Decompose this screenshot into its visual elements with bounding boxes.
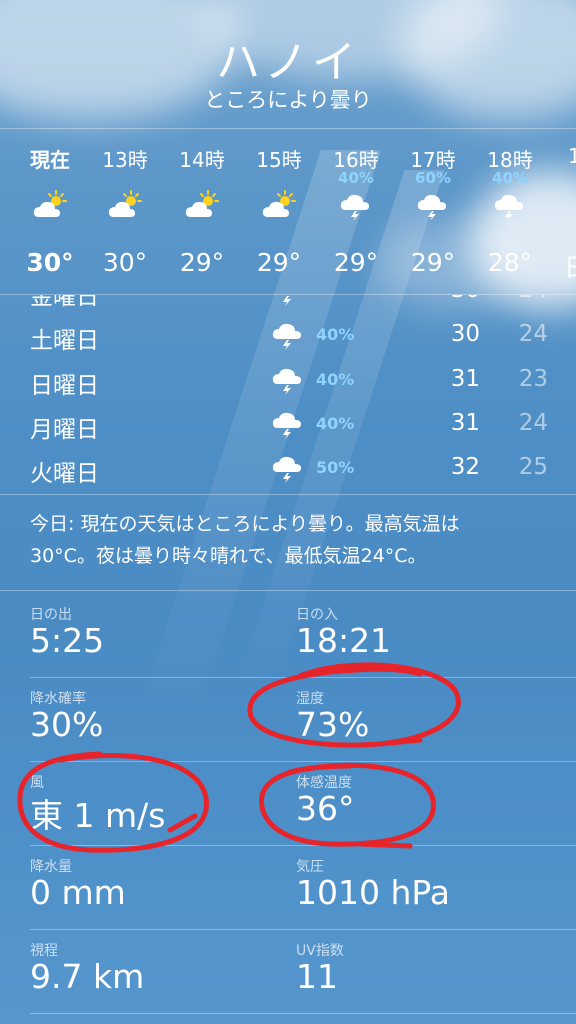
daily-row: 火曜日 50% 32 25 — [0, 446, 576, 490]
hourly-item: 16時 40% 29° — [318, 140, 394, 290]
day-precip: 50% — [316, 458, 355, 477]
day-precip: 40% — [316, 414, 355, 433]
day-name: 月曜日 — [30, 417, 99, 443]
thunderstorm-icon — [494, 194, 523, 220]
header-divider — [0, 128, 576, 129]
hourly-item: 18時 40% 28° — [472, 140, 548, 290]
hour-label: 1 — [568, 144, 576, 168]
day-low: 24 — [508, 295, 548, 303]
detail-uv-index: UV指数 11 — [296, 940, 546, 1020]
hourly-item: 15時 29° — [241, 140, 317, 290]
day-low: 23 — [518, 366, 548, 392]
summary-line-2: 30°C。夜は曇り時々晴れで、最低気温24°C。 — [30, 545, 427, 567]
partly-sunny-icon — [33, 190, 67, 217]
hour-precip: 60% — [415, 169, 451, 187]
day-high: 32 — [450, 454, 480, 480]
location-header: ハノイ ところにより曇り — [0, 0, 576, 128]
thunderstorm-icon — [272, 412, 301, 439]
detail-value: 73% — [296, 705, 370, 744]
thunderstorm-icon — [272, 456, 301, 483]
daily-row: 月曜日 40% 31 24 — [0, 402, 576, 446]
hour-temp: 28° — [487, 248, 533, 277]
hour-temp: 日 — [564, 248, 576, 284]
detail-pressure: 気圧 1010 hPa — [296, 856, 546, 936]
thunderstorm-icon — [417, 194, 446, 220]
hourly-item-partial: 1 日 — [548, 140, 576, 290]
hourly-item: 14時 29° — [164, 140, 240, 290]
hour-temp: 29° — [333, 248, 379, 277]
partly-sunny-icon — [185, 190, 219, 217]
summary-divider — [0, 590, 576, 591]
detail-divider — [30, 929, 576, 930]
detail-sunrise: 日の出 5:25 — [30, 604, 280, 684]
day-high: 30 — [440, 295, 480, 303]
daily-row: 日曜日 40% 31 23 — [0, 358, 576, 402]
today-summary: 今日: 現在の天気はところにより曇り。最高気温は 30°C。夜は曇り時々晴れで、… — [30, 508, 550, 572]
detail-feels-like: 体感温度 36° — [296, 772, 546, 852]
day-low: 25 — [518, 454, 548, 480]
detail-precip-chance: 降水確率 30% — [30, 688, 280, 768]
day-name: 土曜日 — [30, 328, 99, 354]
day-precip: 40% — [316, 325, 355, 344]
hourly-item: 17時 60% 29° — [395, 140, 471, 290]
day-high: 31 — [450, 410, 480, 436]
detail-precipitation: 降水量 0 mm — [30, 856, 280, 936]
partly-sunny-icon — [262, 190, 296, 217]
city-name: ハノイ — [216, 37, 360, 88]
day-high: 31 — [450, 366, 480, 392]
detail-value: 1010 hPa — [296, 873, 451, 912]
day-name: 火曜日 — [30, 461, 99, 487]
thunderstorm-icon — [340, 194, 369, 220]
day-low: 24 — [518, 321, 548, 347]
partly-sunny-icon — [108, 190, 142, 217]
hour-label: 14時 — [179, 148, 225, 172]
detail-divider — [30, 1013, 576, 1014]
hour-temp: 29° — [256, 248, 302, 277]
day-precip: 40% — [316, 370, 355, 389]
hour-label: 15時 — [256, 148, 302, 172]
detail-value: 0 mm — [30, 873, 126, 912]
detail-divider — [30, 761, 576, 762]
hourly-item-now: 現在 30° — [12, 140, 88, 290]
hourly-item: 13時 30° — [87, 140, 163, 290]
detail-divider — [30, 845, 576, 846]
hour-temp: 30° — [102, 248, 148, 277]
daily-divider — [0, 494, 576, 495]
detail-value: 18:21 — [296, 621, 392, 660]
daily-row: 土曜日 40% 30 24 — [0, 313, 576, 357]
thunderstorm-icon — [283, 296, 291, 306]
day-low: 24 — [518, 410, 548, 436]
daily-row: 金曜日 30 24 — [0, 295, 576, 313]
day-high: 30 — [450, 321, 480, 347]
day-name: 日曜日 — [30, 373, 99, 399]
detail-value: 11 — [296, 957, 338, 996]
hour-label: 13時 — [102, 148, 148, 172]
detail-value: 30% — [30, 705, 104, 744]
thunderstorm-icon — [272, 368, 301, 395]
detail-value: 36° — [296, 789, 355, 828]
day-name: 金曜日 — [30, 295, 99, 310]
hour-label: 現在 — [30, 148, 70, 172]
summary-line-1: 今日: 現在の天気はところにより曇り。最高気温は — [30, 513, 460, 535]
detail-divider — [30, 677, 576, 678]
hour-precip: 40% — [338, 169, 374, 187]
detail-sunset: 日の入 18:21 — [296, 604, 546, 684]
thunderstorm-icon — [272, 323, 301, 350]
daily-list-viewport: 金曜日 30 24 土曜日 40% 30 24 日曜日 40% — [0, 295, 576, 495]
detail-value: 9.7 km — [30, 957, 145, 996]
hour-temp: 29° — [179, 248, 225, 277]
hour-temp: 30° — [26, 248, 74, 277]
hour-precip: 40% — [492, 169, 528, 187]
detail-humidity: 湿度 73% — [296, 688, 546, 768]
detail-value: 5:25 — [30, 621, 105, 660]
hour-temp: 29° — [410, 248, 456, 277]
detail-visibility: 視程 9.7 km — [30, 940, 280, 1020]
detail-value: 東 1 m/s — [30, 796, 166, 835]
current-condition: ところにより曇り — [204, 88, 372, 112]
detail-wind: 風 東 1 m/s — [30, 772, 280, 852]
